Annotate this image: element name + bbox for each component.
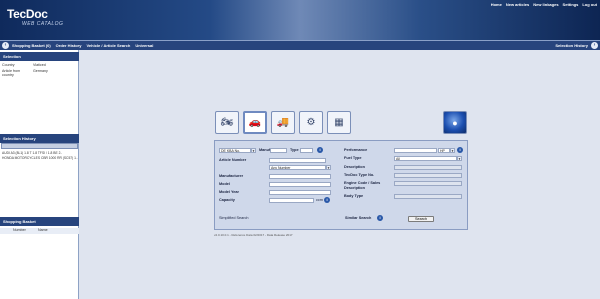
truck-tab-icon[interactable]: 🚚	[271, 111, 295, 134]
basket-name-column: Name	[38, 228, 48, 232]
basket-number-column: Number	[13, 228, 26, 232]
app-header: TecDoc WEB CATALOG Home New articles New…	[0, 0, 600, 40]
performance-unit-select[interactable]: HP	[438, 148, 450, 153]
motorcycle-tab-icon[interactable]: 🏍	[215, 111, 239, 134]
model-year-label: Model Year	[219, 190, 239, 194]
footer-version: v2.0.10.0.1 - Reference Data 02/2017 - D…	[214, 233, 293, 237]
selection-history-tab[interactable]: Selection History	[555, 43, 588, 48]
type-input[interactable]	[300, 148, 313, 153]
tecdoc-type-label: TecDoc Type No.	[344, 173, 375, 177]
article-number-label: Article Number	[219, 158, 247, 162]
article-country-value: Germany	[33, 69, 48, 73]
capacity-input[interactable]	[269, 198, 314, 203]
model-label: Model	[219, 182, 230, 186]
nav-new-linkages-link[interactable]: New linkages	[533, 2, 558, 7]
model-input[interactable]	[269, 182, 331, 187]
vehicle-search-form: DE KBA No. ▼ Manuf. Type i Article Numbe…	[214, 140, 468, 230]
vehicle-article-search-tab[interactable]: Vehicle / Article Search	[86, 43, 130, 48]
nav-home-link[interactable]: Home	[491, 2, 502, 7]
selection-header: Selection	[0, 52, 79, 61]
article-number-type-select[interactable]: Any Number	[269, 165, 326, 170]
vehicle-type-tabs: 🏍 🚗 🚚 ⚙ ▦	[215, 111, 351, 134]
performance-label: Performance	[344, 148, 368, 152]
selection-history-header: Selection History	[0, 134, 79, 143]
manufacturer-input[interactable]	[269, 174, 331, 179]
order-history-tab[interactable]: Order History	[56, 43, 82, 48]
simplified-search-link[interactable]: Simplified Search	[219, 216, 249, 220]
article-country-row: Article from country Germany	[0, 69, 79, 77]
nav-logout-link[interactable]: Log out	[582, 2, 597, 7]
shopping-basket-header: Shopping Basket	[0, 217, 79, 226]
engine-tab-icon[interactable]: ▦	[327, 111, 351, 134]
model-year-input[interactable]	[269, 190, 331, 195]
description-input[interactable]	[394, 165, 462, 170]
car-tab-icon[interactable]: 🚗	[243, 111, 267, 134]
tecdoc-logo[interactable]: TecDoc	[7, 7, 48, 21]
fuel-type-label: Fuel Type	[344, 156, 362, 160]
article-number-input[interactable]	[269, 158, 326, 163]
country-value: Viaticed	[33, 63, 46, 67]
country-label: Country	[2, 63, 15, 67]
engine-code-input[interactable]	[394, 181, 462, 186]
manuf-input[interactable]	[270, 148, 287, 153]
article-country-label: Article from country	[2, 69, 21, 77]
history-item[interactable]: HONDA MOTORCYCLES CBR 1000 RR (SC57) 1..…	[2, 156, 78, 160]
logo-subtitle: WEB CATALOG	[22, 21, 64, 27]
chevron-down-icon[interactable]: ▼	[251, 148, 256, 153]
basket-columns: Number Name	[0, 228, 79, 234]
description-label: Description	[344, 165, 365, 169]
country-row: Country Viaticed	[0, 63, 79, 68]
axle-tab-icon[interactable]: ⚙	[299, 111, 323, 134]
similar-search-label: Similar Search	[345, 216, 372, 220]
fuel-type-select[interactable]: All	[394, 156, 457, 161]
history-toolbar[interactable]	[1, 143, 78, 149]
collapse-right-icon[interactable]: ›	[591, 42, 598, 49]
chevron-down-icon[interactable]: ▼	[450, 148, 455, 153]
manufacturer-label: Manufacturer	[219, 174, 244, 178]
nav-settings-link[interactable]: Settings	[563, 2, 579, 7]
search-button[interactable]: Search	[408, 216, 434, 222]
nav-new-articles-link[interactable]: New articles	[506, 2, 529, 7]
main-navbar: ‹ Shopping Basket (0) Order History Vehi…	[0, 40, 600, 50]
left-sidebar: Selection Country Viaticed Article from …	[0, 50, 79, 299]
collapse-left-icon[interactable]: ‹	[2, 42, 9, 49]
capacity-label: Capacity	[219, 198, 235, 202]
tecdoc-type-input[interactable]	[394, 173, 462, 178]
universal-tab[interactable]: Universal	[135, 43, 153, 48]
similar-search-icon[interactable]: i	[377, 215, 383, 221]
body-type-select[interactable]	[394, 194, 462, 199]
body-type-label: Body Type	[344, 194, 364, 198]
capacity-unit: ccm	[316, 198, 323, 202]
chevron-down-icon[interactable]: ▼	[326, 165, 331, 170]
history-item[interactable]: AUDI A3 (8L1) 1.8 T 1.8 TFSI / 1.8 BE 2.…	[2, 151, 78, 155]
kba-select[interactable]: DE KBA No.	[219, 148, 251, 153]
top-navigation: Home New articles New linkages Settings …	[491, 2, 597, 7]
info-icon[interactable]: i	[457, 147, 463, 153]
type-label: Type	[290, 148, 299, 152]
globe-icon[interactable]: ●	[443, 111, 467, 134]
engine-code-label: Engine Code / Sales Description	[344, 181, 381, 190]
performance-input[interactable]	[394, 148, 437, 153]
info-icon[interactable]: i	[317, 147, 323, 153]
shopping-basket-tab[interactable]: Shopping Basket (0)	[12, 43, 51, 48]
chevron-down-icon[interactable]: ▼	[457, 156, 462, 161]
info-icon[interactable]: i	[324, 197, 330, 203]
